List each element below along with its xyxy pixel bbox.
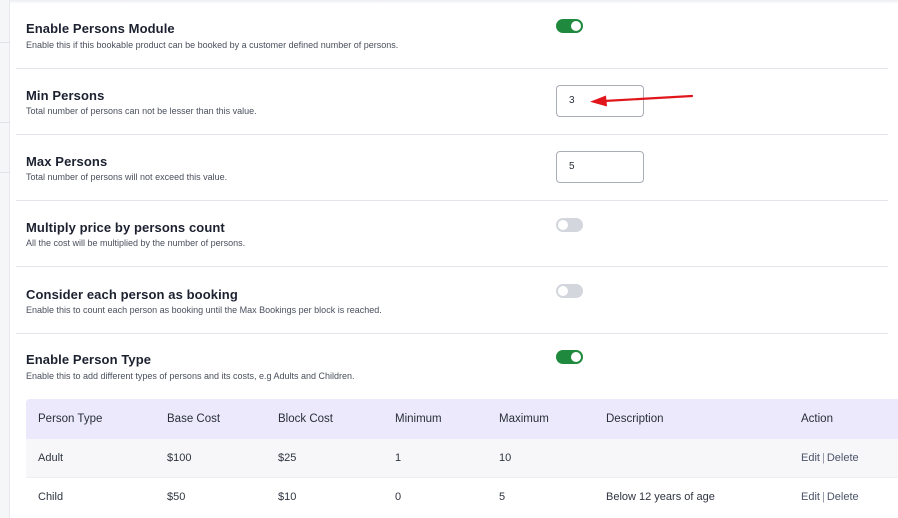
- setting-description: Total number of persons can not be lesse…: [26, 106, 257, 116]
- setting-description: Enable this to add different types of pe…: [26, 371, 355, 381]
- setting-row-person-as-booking: Consider each person as booking Enable t…: [16, 267, 888, 334]
- column-header-action: Action: [801, 413, 833, 425]
- setting-description: All the cost will be multiplied by the n…: [26, 238, 246, 248]
- cell-minimum: 0: [395, 491, 402, 503]
- toggle-knob: [571, 21, 581, 31]
- column-header-base-cost: Base Cost: [167, 413, 221, 425]
- cell-actions: Edit | Delete: [801, 439, 859, 477]
- setting-title: Min Persons: [26, 88, 105, 103]
- toggle-knob: [558, 220, 568, 230]
- cell-maximum: 10: [499, 452, 512, 464]
- setting-row-max-persons: Max Persons Total number of persons will…: [16, 135, 888, 201]
- person-type-toggle[interactable]: [556, 350, 583, 364]
- edit-link[interactable]: Edit: [801, 452, 820, 464]
- cell-actions: Edit | Delete: [801, 478, 859, 516]
- cell-base-cost: $100: [167, 452, 192, 464]
- column-header-description: Description: [606, 413, 664, 425]
- cell-minimum: 1: [395, 452, 402, 464]
- action-separator: |: [821, 491, 825, 503]
- column-header-block-cost: Block Cost: [278, 413, 333, 425]
- person-as-booking-toggle[interactable]: [556, 284, 583, 298]
- setting-title: Enable Person Type: [26, 352, 152, 367]
- sidebar-divider: [0, 42, 10, 43]
- edit-link[interactable]: Edit: [801, 491, 820, 503]
- delete-link[interactable]: Delete: [827, 452, 859, 464]
- cell-person-type: Adult: [38, 452, 64, 464]
- column-header-maximum: Maximum: [499, 413, 549, 425]
- action-separator: |: [821, 452, 825, 464]
- delete-link[interactable]: Delete: [827, 491, 859, 503]
- toggle-knob: [571, 352, 581, 362]
- setting-row-min-persons: Min Persons Total number of persons can …: [16, 69, 888, 135]
- table-row: Adult $100 $25 1 10 Edit | Delete: [26, 439, 898, 477]
- cell-block-cost: $10: [278, 491, 297, 503]
- setting-title: Consider each person as booking: [26, 287, 238, 302]
- sidebar-divider: [0, 172, 10, 173]
- cell-maximum: 5: [499, 491, 506, 503]
- setting-description: Enable this if this bookable product can…: [26, 40, 399, 50]
- setting-title: Max Persons: [26, 154, 108, 169]
- persons-module-toggle[interactable]: [556, 19, 583, 33]
- setting-description: Total number of persons will not exceed …: [26, 172, 228, 182]
- setting-title: Enable Persons Module: [26, 21, 175, 36]
- setting-row-person-type: Enable Person Type Enable this to add di…: [16, 334, 888, 394]
- column-header-person-type: Person Type: [38, 413, 103, 425]
- max-persons-input[interactable]: 5: [556, 151, 644, 183]
- cell-person-type: Child: [38, 491, 64, 503]
- setting-row-multiply-price: Multiply price by persons count All the …: [16, 201, 888, 267]
- cell-description: Below 12 years of age: [606, 491, 715, 503]
- setting-title: Multiply price by persons count: [26, 220, 225, 235]
- multiply-price-toggle[interactable]: [556, 218, 583, 232]
- toggle-knob: [558, 286, 568, 296]
- left-sidebar-edge: [0, 0, 10, 518]
- setting-description: Enable this to count each person as book…: [26, 305, 382, 315]
- table-header: Person Type Base Cost Block Cost Minimum…: [26, 399, 898, 439]
- cell-block-cost: $25: [278, 452, 297, 464]
- sidebar-divider: [0, 122, 10, 123]
- column-header-minimum: Minimum: [395, 413, 442, 425]
- setting-row-persons-module: Enable Persons Module Enable this if thi…: [16, 0, 888, 69]
- table-row: Child $50 $10 0 5 Below 12 years of age …: [26, 477, 898, 515]
- cell-base-cost: $50: [167, 491, 186, 503]
- red-arrow-icon: [590, 94, 694, 107]
